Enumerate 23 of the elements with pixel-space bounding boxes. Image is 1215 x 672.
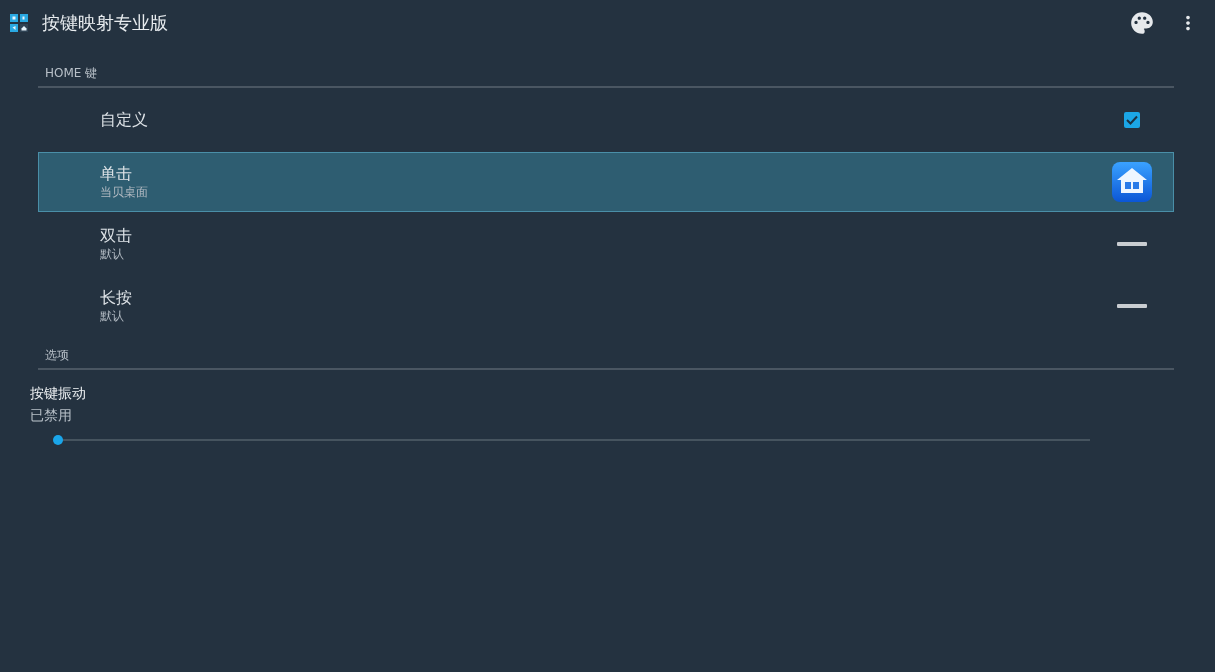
preference-row[interactable]: 单击 当贝桌面 <box>38 152 1174 212</box>
row-title: 自定义 <box>100 110 148 130</box>
row-summary: 默认 <box>100 246 124 262</box>
app-grid-icon <box>10 14 28 32</box>
option-title: 按键振动 <box>30 384 86 402</box>
slider-thumb[interactable] <box>53 435 63 445</box>
row-summary: 当贝桌面 <box>100 184 148 200</box>
preference-row[interactable]: 自定义 <box>38 90 1174 150</box>
row-title: 双击 <box>100 226 132 246</box>
checkbox[interactable] <box>1124 112 1140 128</box>
app-title: 按键映射专业版 <box>42 11 168 35</box>
row-title: 单击 <box>100 164 132 184</box>
preference-row[interactable]: 双击 默认 <box>38 214 1174 274</box>
row-summary: 默认 <box>100 308 124 324</box>
option-summary: 已禁用 <box>30 406 72 424</box>
row-title: 长按 <box>100 288 132 308</box>
house-app-icon <box>1112 162 1152 202</box>
dash-icon <box>1117 304 1147 308</box>
palette-icon[interactable] <box>1129 10 1155 36</box>
section-header: HOME 键 <box>45 65 98 81</box>
preference-row[interactable]: 长按 默认 <box>38 276 1174 336</box>
dash-icon <box>1117 242 1147 246</box>
section-header: 选项 <box>45 347 69 363</box>
